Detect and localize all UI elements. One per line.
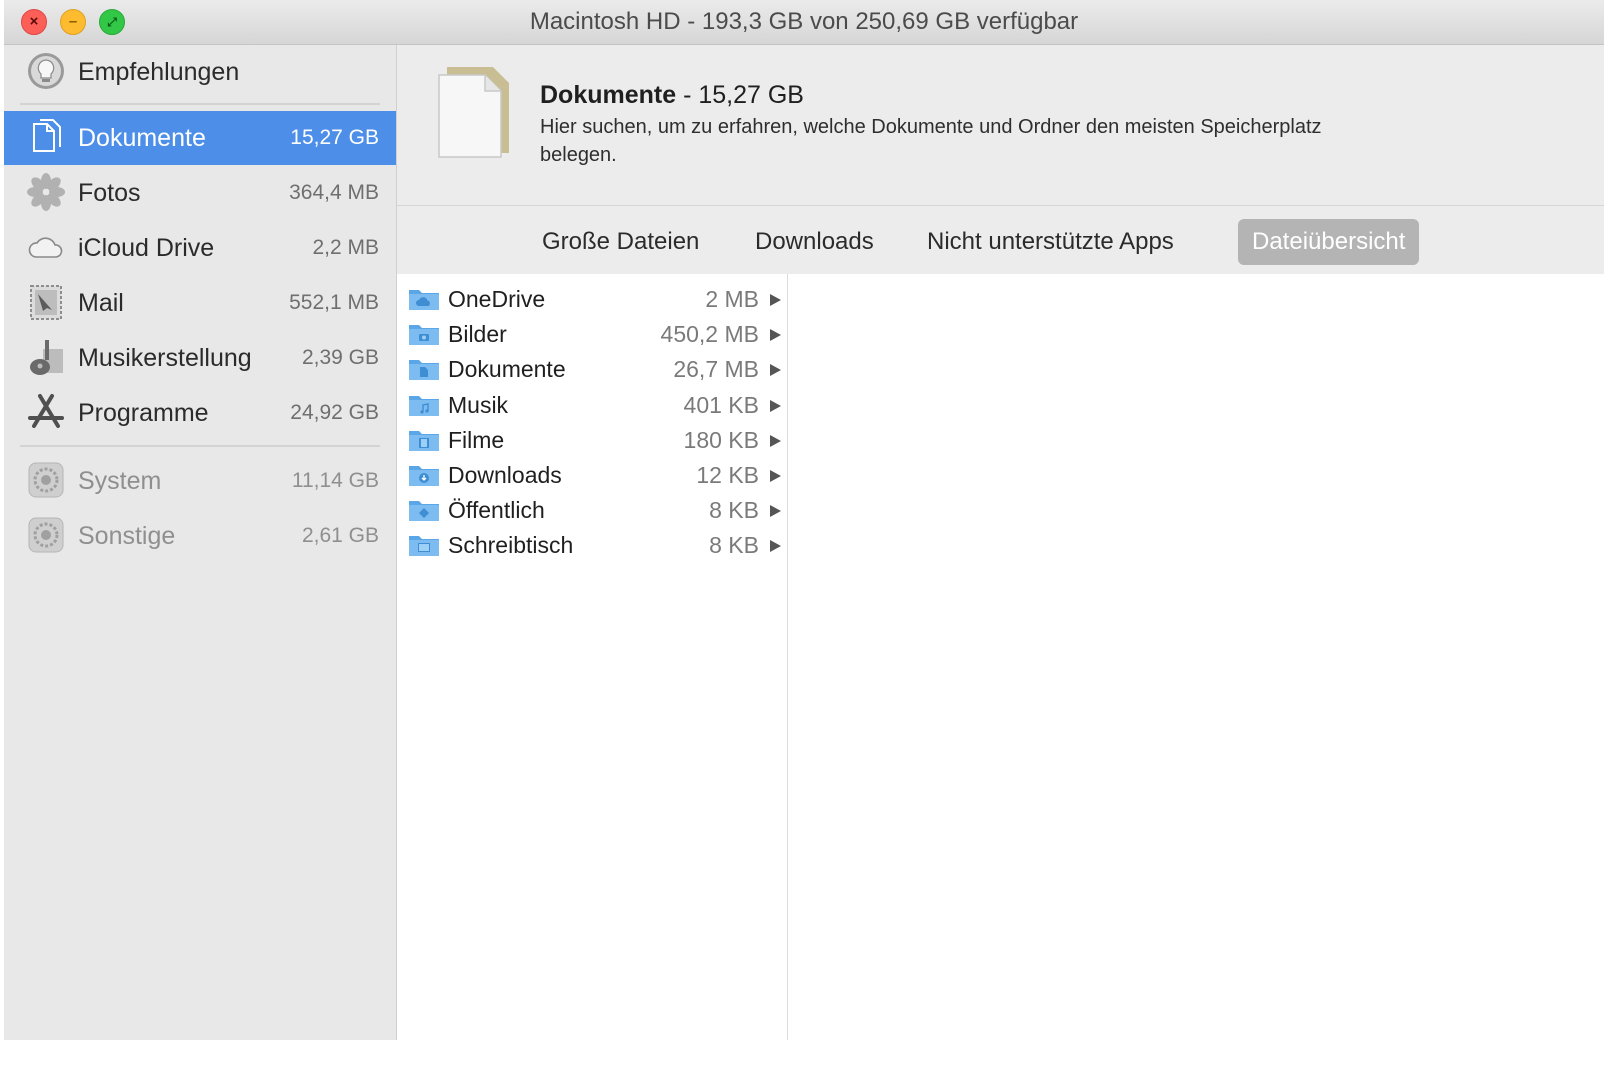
folder-row[interactable]: Dokumente 26,7 MB — [397, 352, 787, 387]
gear-icon — [28, 517, 64, 553]
folder-size: 8 KB — [709, 532, 759, 559]
category-description: Hier suchen, um zu erfahren, welche Doku… — [540, 116, 1322, 166]
tab-downloads[interactable]: Downloads — [741, 219, 888, 265]
sidebar-item-size: 15,27 GB — [290, 126, 379, 149]
gear-icon — [28, 462, 64, 498]
disclosure-arrow-icon[interactable] — [770, 329, 781, 342]
disclosure-arrow-icon[interactable] — [770, 434, 781, 447]
folder-name: OneDrive — [448, 286, 546, 312]
folder-name: Filme — [448, 426, 505, 453]
folder-name: Öffentlich — [448, 497, 545, 524]
folder-name: Schreibtisch — [448, 532, 574, 559]
folder-row[interactable]: Musik 401 KB — [397, 388, 787, 423]
movies-folder-icon — [409, 430, 439, 451]
folder-size: 26,7 MB — [673, 356, 759, 383]
music-folder-icon — [409, 395, 439, 416]
sidebar-item-size: 11,14 GB — [291, 469, 379, 492]
app-store-icon — [28, 394, 64, 428]
category-title: Dokumente - 15,27 GB — [540, 81, 804, 110]
sidebar-divider — [20, 445, 380, 447]
sidebar-item-label: Fotos — [78, 179, 141, 207]
disclosure-arrow-icon[interactable] — [770, 399, 781, 412]
disclosure-arrow-icon[interactable] — [770, 505, 781, 518]
public-folder-icon — [409, 501, 439, 522]
folder-row[interactable]: Öffentlich 8 KB — [397, 493, 787, 528]
lightbulb-icon — [28, 53, 64, 89]
folder-name: Downloads — [448, 462, 562, 488]
disclosure-arrow-icon[interactable] — [770, 294, 781, 306]
sidebar: Empfehlungen Dokumente 15,27 GB Fotos 36… — [4, 45, 397, 1040]
folder-name: Bilder — [448, 321, 507, 348]
sidebar-item-mail[interactable]: Mail 552,1 MB — [4, 276, 396, 330]
sidebar-item-size: 24,92 GB — [290, 401, 379, 424]
cloud-folder-icon — [409, 290, 439, 310]
documents-icon — [33, 119, 61, 152]
main-pane: Dokumente - 15,27 GB Hier suchen, um zu … — [397, 45, 1604, 1040]
sidebar-item-music-creation[interactable]: Musikerstellung 2,39 GB — [4, 331, 396, 385]
folder-size: 180 KB — [683, 426, 759, 453]
sidebar-item-label: Musikerstellung — [78, 344, 252, 372]
pictures-folder-icon — [409, 325, 439, 346]
folder-row[interactable]: Schreibtisch 8 KB — [397, 528, 787, 563]
document-icon — [438, 67, 509, 158]
window-title: Macintosh HD - 193,3 GB von 250,69 GB ve… — [529, 8, 1079, 35]
mail-stamp-icon — [30, 285, 62, 320]
disclosure-arrow-icon[interactable] — [770, 364, 781, 377]
folder-size: 450,2 MB — [660, 321, 759, 348]
folder-size: 12 KB — [696, 462, 759, 488]
tab-large-files[interactable]: Große Dateien — [528, 219, 713, 265]
title-separator: - — [676, 81, 699, 109]
sidebar-item-size: 2,39 GB — [301, 346, 379, 369]
folder-name: Musik — [448, 391, 509, 418]
sidebar-item-size: 364,4 MB — [289, 181, 379, 204]
sidebar-item-photos[interactable]: Fotos 364,4 MB — [4, 166, 396, 220]
folder-row[interactable]: Bilder 450,2 MB — [397, 317, 787, 352]
category-header: Dokumente - 15,27 GB Hier suchen, um zu … — [397, 45, 1604, 206]
photos-icon — [27, 173, 65, 211]
documents-folder-icon — [409, 360, 439, 381]
sidebar-item-label: System — [78, 467, 162, 495]
sidebar-item-label: Programme — [78, 399, 209, 427]
storage-management-window: × – ⤢ Macintosh HD - 193,3 GB von 250,69… — [4, 0, 1604, 1040]
sidebar-item-size: 2,2 MB — [312, 236, 379, 259]
detail-column — [788, 274, 1604, 1040]
sidebar-item-size: 552,1 MB — [289, 291, 379, 314]
sidebar-item-label: Empfehlungen — [78, 58, 240, 86]
disclosure-arrow-icon[interactable] — [770, 470, 781, 482]
category-size: 15,27 GB — [698, 81, 804, 109]
title-bar: × – ⤢ Macintosh HD - 193,3 GB von 250,69… — [4, 0, 1604, 45]
sidebar-item-recommendations[interactable]: Empfehlungen — [4, 45, 396, 99]
folder-row[interactable]: Downloads 12 KB — [397, 458, 787, 493]
folder-row[interactable]: OneDrive 2 MB — [397, 282, 787, 317]
folder-size: 401 KB — [683, 391, 759, 418]
sidebar-divider — [20, 103, 380, 105]
category-name: Dokumente — [540, 81, 677, 109]
desktop-folder-icon — [409, 536, 439, 557]
tab-bar: Große Dateien Downloads Nicht unterstütz… — [397, 206, 1604, 274]
sidebar-item-icloud-drive[interactable]: iCloud Drive 2,2 MB — [4, 221, 396, 275]
sidebar-item-system[interactable]: System 11,14 GB — [4, 454, 396, 508]
tab-unsupported-apps[interactable]: Nicht unterstützte Apps — [913, 219, 1188, 265]
folder-size: 8 KB — [709, 497, 759, 524]
sidebar-item-label: iCloud Drive — [78, 234, 215, 262]
sidebar-item-label: Dokumente — [78, 124, 206, 152]
tab-file-browser[interactable]: Dateiübersicht — [1238, 219, 1420, 265]
folder-column: OneDrive 2 MB Bilder 450,2 MB Dokumente 26,7 … — [397, 274, 788, 1040]
sidebar-item-other[interactable]: Sonstige 2,61 GB — [4, 509, 396, 563]
sidebar-item-label: Mail — [78, 289, 124, 317]
sidebar-item-size: 2,61 GB — [301, 524, 379, 547]
disclosure-arrow-icon[interactable] — [770, 540, 781, 553]
folder-size: 2 MB — [705, 286, 759, 312]
file-browser: OneDrive 2 MB Bilder 450,2 MB Dokumente 26,7 … — [397, 274, 1604, 1040]
sidebar-item-applications[interactable]: Programme 24,92 GB — [4, 386, 396, 440]
sidebar-item-documents[interactable]: Dokumente 15,27 GB — [4, 111, 396, 165]
sidebar-item-label: Sonstige — [78, 522, 176, 550]
guitar-icon — [30, 340, 63, 375]
downloads-folder-icon — [409, 466, 439, 486]
folder-name: Dokumente — [448, 356, 566, 383]
cloud-icon — [28, 237, 63, 258]
folder-row[interactable]: Filme 180 KB — [397, 423, 787, 458]
